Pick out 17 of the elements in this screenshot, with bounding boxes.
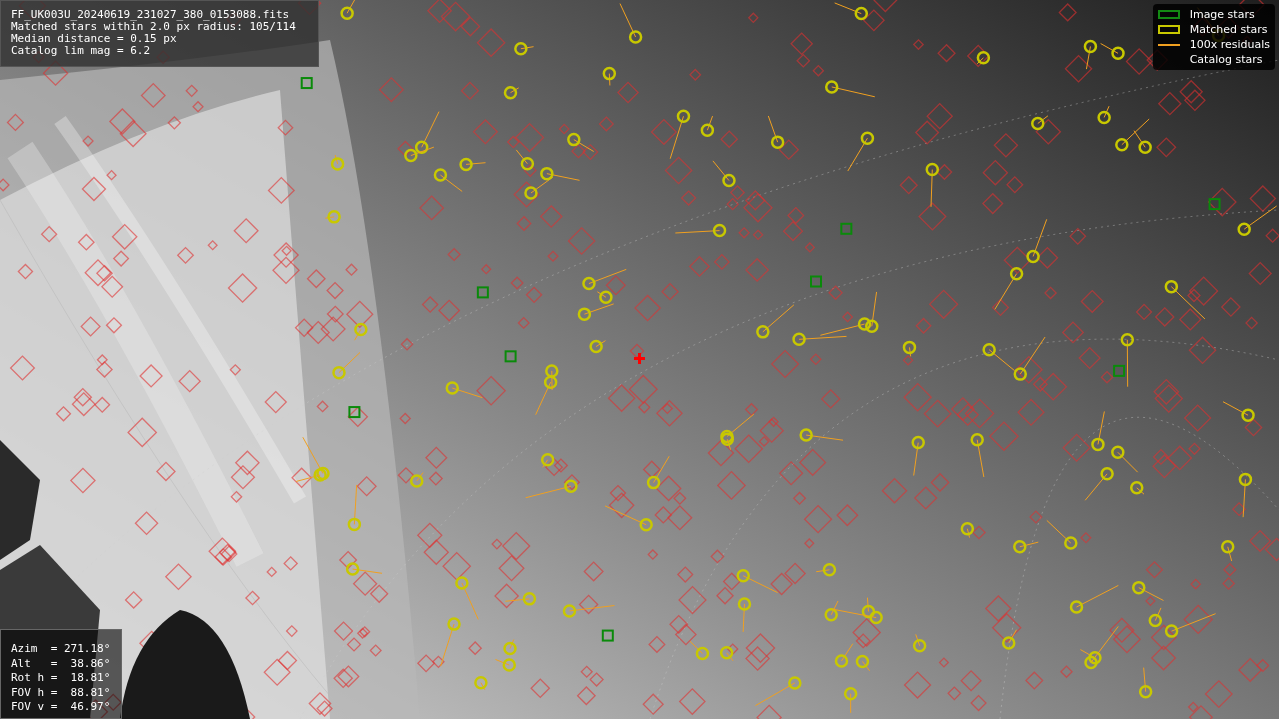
info-text: Matched stars within 2.0 px radius: 105/114 — [11, 21, 297, 33]
pointing-text: Azim = 271.18° — [11, 642, 111, 657]
info-text: Median distance = 0.15 px — [11, 33, 178, 45]
info-text: FF_UK003U_20240619_231027_380_0153088.fits — [11, 9, 291, 21]
center-cross-icon — [634, 353, 645, 364]
square-marker-icon — [1157, 25, 1180, 34]
square-marker-icon — [1157, 10, 1180, 19]
legend-label: Catalog stars — [1189, 53, 1263, 66]
pointing-text: FOV v = 46.97° — [11, 700, 111, 715]
line-marker-icon — [1157, 43, 1180, 46]
pointing-text: Alt = 38.86° — [11, 656, 111, 671]
info-text: Catalog lim mag = 6.2 — [11, 45, 152, 57]
legend-label: 100x residuals — [1189, 38, 1270, 51]
legend-label: Image stars — [1189, 8, 1255, 21]
pointing-text: FOV h = 88.81° — [11, 685, 111, 700]
pointing-text: Rot h = 18.81° — [11, 671, 111, 686]
legend-label: Matched stars — [1189, 23, 1268, 36]
